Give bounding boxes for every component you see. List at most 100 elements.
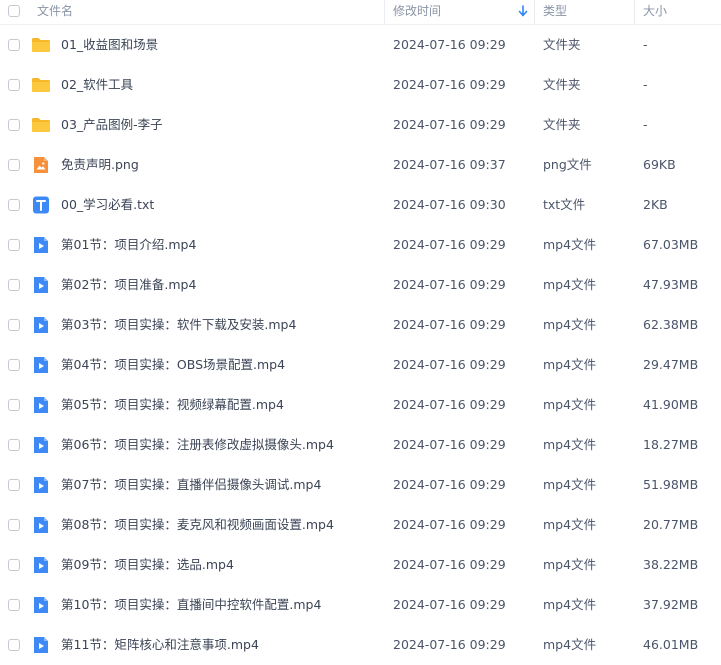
- file-row[interactable]: 00_学习必看.txt 2024-07-16 09:30 txt文件 2KB: [0, 185, 721, 225]
- video-file-icon: [31, 355, 51, 375]
- row-checkbox[interactable]: [8, 639, 20, 651]
- file-size: 20.77MB: [643, 517, 699, 532]
- file-size: 46.01MB: [643, 637, 699, 652]
- file-row[interactable]: 第08节：项目实操：麦克风和视频画面设置.mp4 2024-07-16 09:29…: [0, 505, 721, 545]
- file-name[interactable]: 第04节：项目实操：OBS场景配置.mp4: [61, 345, 285, 385]
- file-rows: 01_收益图和场景 2024-07-16 09:29 文件夹 - 02_软件工具 2024…: [0, 25, 721, 665]
- file-row[interactable]: 第03节：项目实操：软件下载及安装.mp4 2024-07-16 09:29 mp4…: [0, 305, 721, 345]
- file-row[interactable]: 第11节：矩阵核心和注意事项.mp4 2024-07-16 09:29 mp4文件 4…: [0, 625, 721, 665]
- arrow-down-icon[interactable]: [518, 4, 528, 18]
- column-header-modified-time[interactable]: 修改时间: [393, 0, 441, 24]
- file-row[interactable]: 第09节：项目实操：选品.mp4 2024-07-16 09:29 mp4文件 38.…: [0, 545, 721, 585]
- file-name[interactable]: 第08节：项目实操：麦克风和视频画面设置.mp4: [61, 505, 334, 545]
- file-modified-time: 2024-07-16 09:29: [393, 597, 506, 612]
- text-file-icon: [31, 195, 51, 215]
- file-type: 文件夹: [543, 77, 581, 92]
- video-file-icon: [31, 515, 51, 535]
- file-row[interactable]: 免责声明.png 2024-07-16 09:37 png文件 69KB: [0, 145, 721, 185]
- file-list: 文件名 修改时间 类型 大小 01_收益图和场景 2024-07-16 09:29…: [0, 0, 721, 665]
- row-checkbox[interactable]: [8, 279, 20, 291]
- file-type: mp4文件: [543, 477, 597, 492]
- file-size: 51.98MB: [643, 477, 699, 492]
- row-checkbox[interactable]: [8, 199, 20, 211]
- row-checkbox[interactable]: [8, 359, 20, 371]
- file-type: mp4文件: [543, 557, 597, 572]
- file-name[interactable]: 第03节：项目实操：软件下载及安装.mp4: [61, 305, 296, 345]
- video-file-icon: [31, 635, 51, 655]
- file-modified-time: 2024-07-16 09:29: [393, 77, 506, 92]
- file-type: mp4文件: [543, 597, 597, 612]
- file-name[interactable]: 第02节：项目准备.mp4: [61, 265, 196, 305]
- row-checkbox[interactable]: [8, 399, 20, 411]
- file-type: mp4文件: [543, 437, 597, 452]
- file-row[interactable]: 01_收益图和场景 2024-07-16 09:29 文件夹 -: [0, 25, 721, 65]
- file-type: mp4文件: [543, 517, 597, 532]
- file-modified-time: 2024-07-16 09:29: [393, 237, 506, 252]
- row-checkbox[interactable]: [8, 159, 20, 171]
- file-modified-time: 2024-07-16 09:29: [393, 397, 506, 412]
- row-checkbox[interactable]: [8, 119, 20, 131]
- file-size: 41.90MB: [643, 397, 699, 412]
- file-row[interactable]: 02_软件工具 2024-07-16 09:29 文件夹 -: [0, 65, 721, 105]
- file-row[interactable]: 第05节：项目实操：视频绿幕配置.mp4 2024-07-16 09:29 mp4文…: [0, 385, 721, 425]
- row-checkbox[interactable]: [8, 479, 20, 491]
- file-size: 67.03MB: [643, 237, 699, 252]
- row-checkbox[interactable]: [8, 39, 20, 51]
- file-name[interactable]: 01_收益图和场景: [61, 25, 158, 65]
- file-modified-time: 2024-07-16 09:37: [393, 157, 506, 172]
- file-row[interactable]: 第01节：项目介绍.mp4 2024-07-16 09:29 mp4文件 67.03M…: [0, 225, 721, 265]
- column-header-name[interactable]: 文件名: [37, 0, 73, 24]
- file-row[interactable]: 第04节：项目实操：OBS场景配置.mp4 2024-07-16 09:29 mp4…: [0, 345, 721, 385]
- file-row[interactable]: 03_产品图例-李子 2024-07-16 09:29 文件夹 -: [0, 105, 721, 145]
- row-checkbox[interactable]: [8, 559, 20, 571]
- file-name[interactable]: 03_产品图例-李子: [61, 105, 163, 145]
- file-modified-time: 2024-07-16 09:29: [393, 637, 506, 652]
- file-name[interactable]: 第07节：项目实操：直播伴侣摄像头调试.mp4: [61, 465, 321, 505]
- row-checkbox[interactable]: [8, 439, 20, 451]
- video-file-icon: [31, 275, 51, 295]
- file-modified-time: 2024-07-16 09:29: [393, 317, 506, 332]
- file-name[interactable]: 第09节：项目实操：选品.mp4: [61, 545, 234, 585]
- folder-icon: [31, 35, 51, 55]
- row-checkbox[interactable]: [8, 599, 20, 611]
- video-file-icon: [31, 395, 51, 415]
- file-name[interactable]: 第06节：项目实操：注册表修改虚拟摄像头.mp4: [61, 425, 334, 465]
- column-divider[interactable]: [384, 0, 385, 24]
- file-name[interactable]: 第11节：矩阵核心和注意事项.mp4: [61, 625, 259, 665]
- file-row[interactable]: 第07节：项目实操：直播伴侣摄像头调试.mp4 2024-07-16 09:29 m…: [0, 465, 721, 505]
- file-name[interactable]: 第05节：项目实操：视频绿幕配置.mp4: [61, 385, 284, 425]
- file-size: 38.22MB: [643, 557, 699, 572]
- file-modified-time: 2024-07-16 09:29: [393, 517, 506, 532]
- file-name[interactable]: 第10节：项目实操：直播间中控软件配置.mp4: [61, 585, 321, 625]
- column-divider[interactable]: [534, 0, 535, 24]
- file-modified-time: 2024-07-16 09:29: [393, 477, 506, 492]
- column-divider[interactable]: [634, 0, 635, 24]
- file-size: -: [643, 117, 648, 132]
- file-type: mp4文件: [543, 277, 597, 292]
- row-checkbox[interactable]: [8, 79, 20, 91]
- file-name[interactable]: 第01节：项目介绍.mp4: [61, 225, 196, 265]
- file-row[interactable]: 第06节：项目实操：注册表修改虚拟摄像头.mp4 2024-07-16 09:29…: [0, 425, 721, 465]
- file-row[interactable]: 第02节：项目准备.mp4 2024-07-16 09:29 mp4文件 47.93M…: [0, 265, 721, 305]
- file-type: png文件: [543, 157, 592, 172]
- file-size: -: [643, 37, 648, 52]
- file-type: mp4文件: [543, 397, 597, 412]
- row-checkbox[interactable]: [8, 319, 20, 331]
- column-header-size[interactable]: 大小: [643, 0, 667, 24]
- file-modified-time: 2024-07-16 09:29: [393, 437, 506, 452]
- row-checkbox[interactable]: [8, 519, 20, 531]
- file-modified-time: 2024-07-16 09:29: [393, 557, 506, 572]
- file-type: 文件夹: [543, 117, 581, 132]
- select-all-checkbox[interactable]: [8, 5, 20, 17]
- video-file-icon: [31, 475, 51, 495]
- file-type: mp4文件: [543, 357, 597, 372]
- file-name[interactable]: 02_软件工具: [61, 65, 133, 105]
- file-name[interactable]: 免责声明.png: [61, 145, 139, 185]
- column-header-type[interactable]: 类型: [543, 0, 567, 24]
- file-row[interactable]: 第10节：项目实操：直播间中控软件配置.mp4 2024-07-16 09:29 m…: [0, 585, 721, 625]
- file-size: 18.27MB: [643, 437, 699, 452]
- row-checkbox[interactable]: [8, 239, 20, 251]
- file-name[interactable]: 00_学习必看.txt: [61, 185, 154, 225]
- video-file-icon: [31, 555, 51, 575]
- file-size: 69KB: [643, 157, 676, 172]
